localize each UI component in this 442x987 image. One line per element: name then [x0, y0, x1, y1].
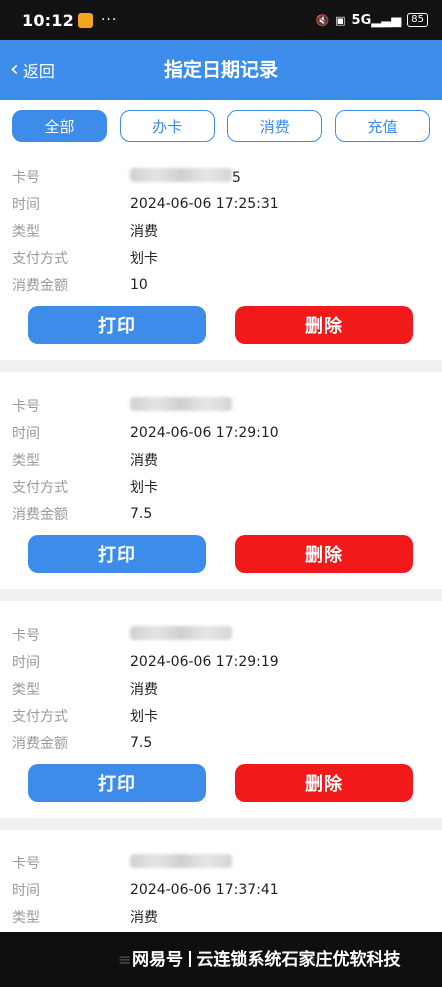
card-no-row: 卡号	[12, 853, 232, 873]
time-label: 时间	[12, 655, 40, 671]
time-value: 2024-06-06 17:29:19	[130, 654, 279, 670]
print-button[interactable]: 打印	[28, 306, 206, 344]
menu-icon[interactable]: ≡	[118, 950, 131, 969]
redacted-card-number	[130, 397, 232, 411]
amount-row: 消费金额 7.5	[12, 504, 152, 524]
delete-button[interactable]: 删除	[235, 764, 413, 802]
time-label: 时间	[12, 426, 40, 442]
amount-label: 消费金额	[12, 736, 68, 752]
time-label: 时间	[12, 883, 40, 899]
app-screen: 10:12 ··· 🔇 ▣ 5G▂▃▅ 85 ‹ 返回 指定日期记录 全部 办卡…	[0, 0, 442, 987]
amount-label: 消费金额	[12, 507, 68, 523]
card-no-value	[130, 626, 232, 644]
delete-button[interactable]: 删除	[235, 306, 413, 344]
type-value: 消费	[130, 910, 158, 926]
type-label: 类型	[12, 682, 40, 698]
divider	[0, 589, 442, 601]
print-button[interactable]: 打印	[28, 764, 206, 802]
divider	[0, 360, 442, 372]
time-value: 2024-06-06 17:37:41	[130, 882, 279, 898]
amount-row: 消费金额 10	[12, 275, 148, 295]
amount-value: 7.5	[130, 506, 153, 522]
card-no-value	[130, 854, 232, 872]
type-value: 消费	[130, 453, 158, 469]
pay-method-label: 支付方式	[12, 480, 68, 496]
type-label: 类型	[12, 453, 40, 469]
card-no-row: 卡号	[12, 396, 232, 416]
watermark-text: 云连锁系统石家庄优软科技	[196, 950, 401, 970]
pay-method-label: 支付方式	[12, 251, 68, 267]
time-row: 时间 2024-06-06 17:29:19	[12, 652, 279, 672]
type-row: 类型 消费	[12, 679, 158, 699]
watermark-divider	[189, 951, 191, 967]
pay-method-value: 划卡	[130, 709, 158, 725]
amount-value: 10	[130, 277, 148, 293]
amount-label: 消费金额	[12, 278, 68, 294]
pay-method-row: 支付方式 划卡	[12, 248, 158, 268]
pay-method-row: 支付方式 划卡	[12, 477, 158, 497]
card-no-row: 卡号	[12, 625, 232, 645]
type-label: 类型	[12, 910, 40, 926]
card-no-label: 卡号	[12, 399, 40, 415]
type-row: 类型 消费	[12, 450, 158, 470]
record-card: 卡号 时间 2024-06-06 17:37:41 类型 消费	[0, 0, 442, 926]
watermark: 网易号 云连锁系统石家庄优软科技	[132, 945, 401, 970]
pay-method-value: 划卡	[130, 480, 158, 496]
redacted-card-number	[130, 626, 232, 640]
pay-method-label: 支付方式	[12, 709, 68, 725]
type-value: 消费	[130, 224, 158, 240]
time-row: 时间 2024-06-06 17:37:41	[12, 880, 279, 900]
watermark-brand: 网易号	[132, 950, 183, 970]
card-no-label: 卡号	[12, 856, 40, 872]
print-button[interactable]: 打印	[28, 535, 206, 573]
time-row: 时间 2024-06-06 17:29:10	[12, 423, 279, 443]
pay-method-row: 支付方式 划卡	[12, 706, 158, 726]
type-row: 类型 消费	[12, 907, 158, 927]
type-label: 类型	[12, 224, 40, 240]
redacted-card-number	[130, 854, 232, 868]
delete-button[interactable]: 删除	[235, 535, 413, 573]
card-no-label: 卡号	[12, 628, 40, 644]
type-row: 类型 消费	[12, 221, 158, 241]
time-value: 2024-06-06 17:29:10	[130, 425, 279, 441]
type-value: 消费	[130, 682, 158, 698]
amount-row: 消费金额 7.5	[12, 733, 152, 753]
pay-method-value: 划卡	[130, 251, 158, 267]
card-no-value	[130, 397, 232, 415]
amount-value: 7.5	[130, 735, 153, 751]
divider	[0, 818, 442, 830]
